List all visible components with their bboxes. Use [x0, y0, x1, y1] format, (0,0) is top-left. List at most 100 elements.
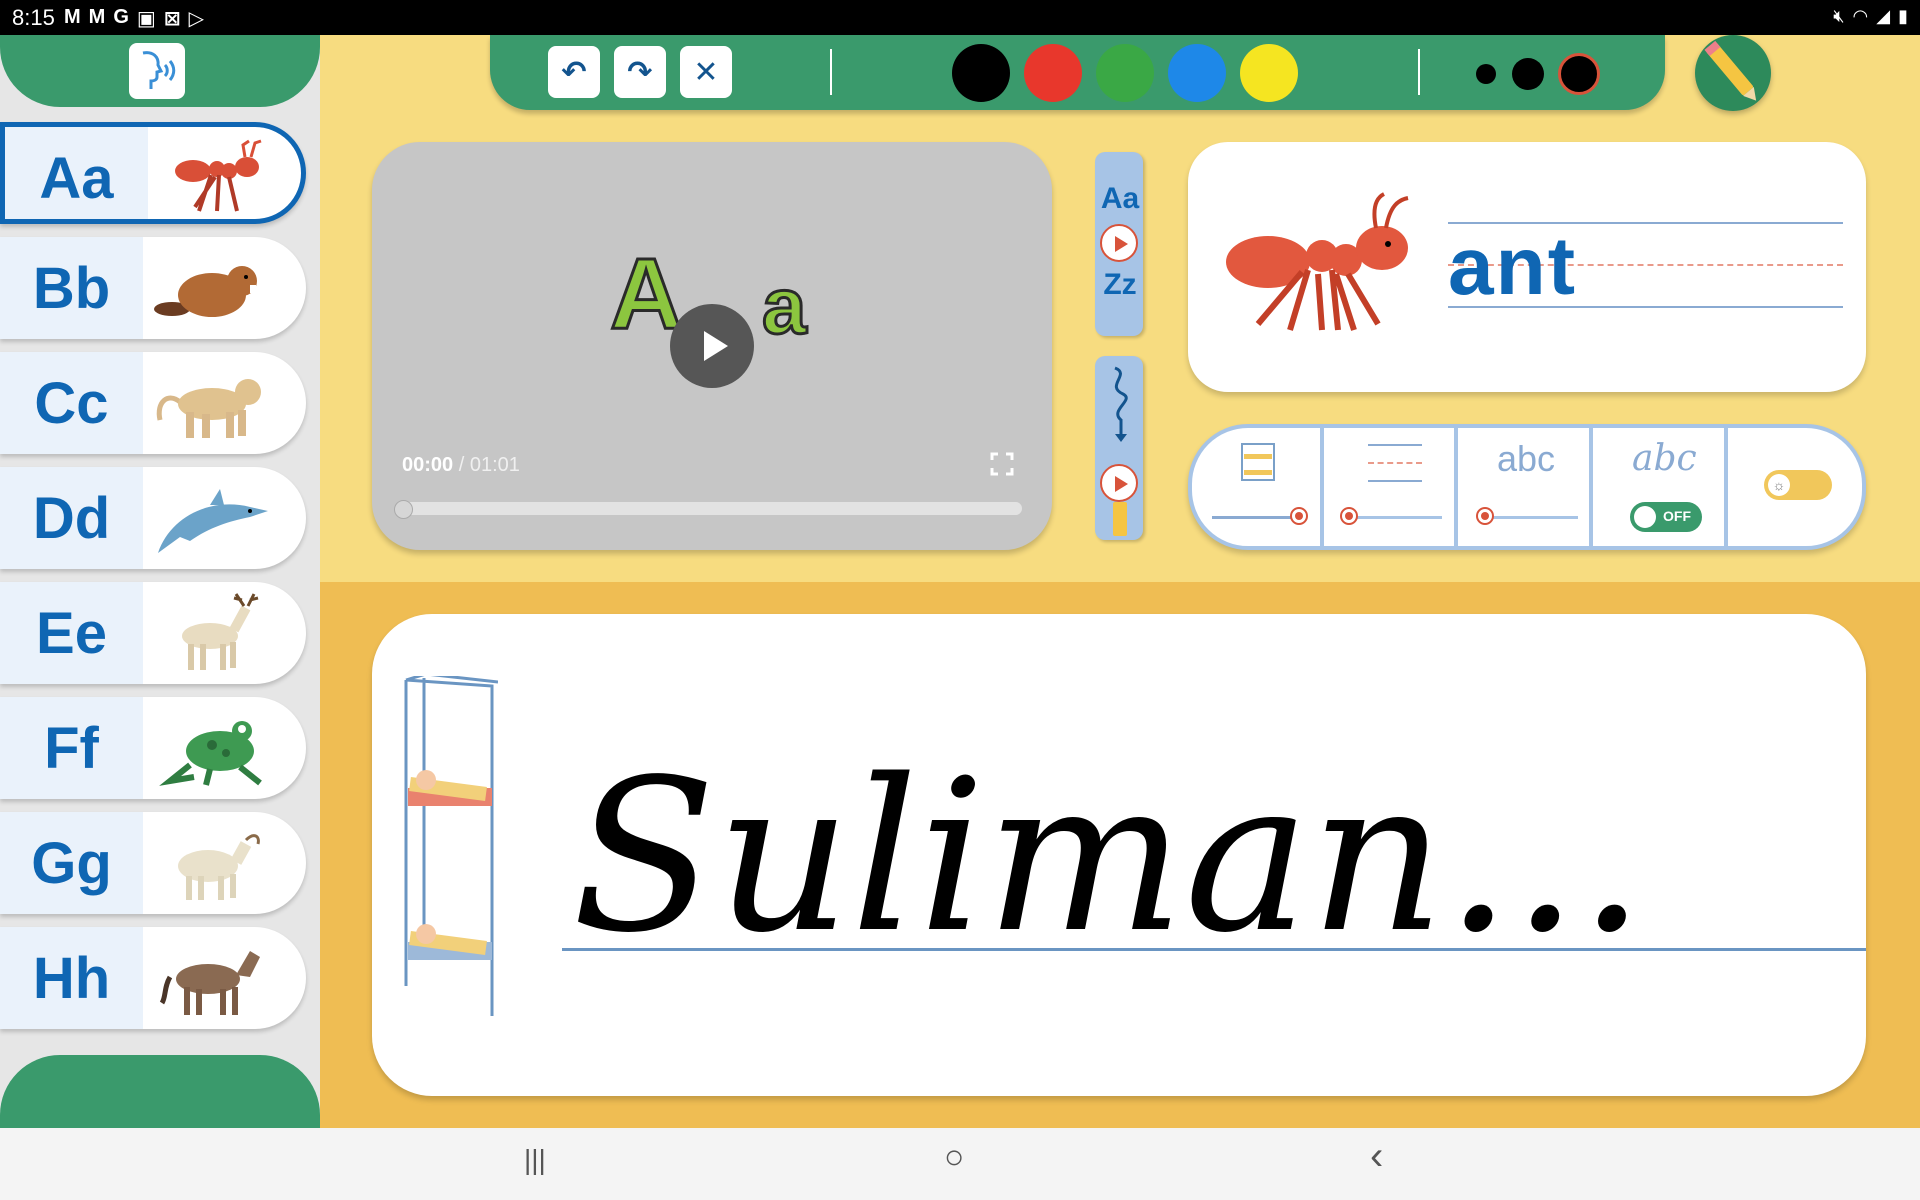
image-size-slider[interactable]: [1212, 516, 1296, 519]
video-timecode: 00:00 / 01:01: [402, 454, 520, 477]
letter-label: Hh: [0, 927, 143, 1029]
android-navigation-bar: ||| ○ ‹: [0, 1128, 1920, 1200]
handwriting-text: Suliman...: [572, 734, 1646, 979]
color-blue[interactable]: [1168, 44, 1226, 102]
letter-row-f[interactable]: Ff: [0, 697, 306, 799]
settings-divider: [1589, 428, 1593, 546]
signal-icon: ◢: [1876, 6, 1891, 26]
pencil-icon: [1704, 40, 1757, 101]
undo-icon: ↶: [561, 55, 587, 89]
brightness-toggle[interactable]: ☼: [1764, 470, 1832, 500]
goat-icon: [178, 834, 260, 900]
squiggle-icon: [1114, 366, 1128, 442]
seek-handle[interactable]: [394, 500, 413, 519]
letter-label: Bb: [0, 237, 143, 339]
letter-row-b[interactable]: Bb: [0, 237, 306, 339]
undo-button[interactable]: ↶: [548, 46, 600, 98]
color-green[interactable]: [1096, 44, 1154, 102]
battery-icon: ▮: [1898, 6, 1908, 26]
frog-icon: [159, 721, 262, 786]
print-font-handle[interactable]: [1476, 507, 1494, 525]
play-button[interactable]: [670, 304, 754, 388]
alphabet-top-label: Aa: [1100, 182, 1140, 215]
writing-settings-bar: abc abc OFF ☼: [1188, 424, 1866, 550]
letter-label: Ff: [0, 697, 143, 799]
pencil-icon: [1113, 502, 1127, 536]
guide-line-icon: [1368, 462, 1422, 464]
letter-label: Gg: [0, 812, 143, 914]
image-size-handle[interactable]: [1290, 507, 1308, 525]
back-button[interactable]: ‹: [1370, 1134, 1383, 1179]
pencil-tool-button[interactable]: [1695, 35, 1771, 111]
dolphin-icon: [158, 489, 268, 553]
speak-button[interactable]: [129, 43, 185, 99]
home-button[interactable]: ○: [944, 1138, 965, 1177]
letter-row-c[interactable]: Cc: [0, 352, 306, 454]
drawing-toolbar: ↶ ↷ ✕: [490, 35, 1665, 110]
word-card: ant: [1188, 142, 1866, 392]
bunk-bed-icon: [1241, 443, 1275, 481]
letter-label: Ee: [0, 582, 143, 684]
bunk-bed-icon: [404, 676, 498, 1016]
horse-icon: [159, 951, 260, 1015]
settings-divider: [1320, 428, 1324, 546]
clear-button[interactable]: ✕: [680, 46, 732, 98]
color-red[interactable]: [1024, 44, 1082, 102]
writing-video-button[interactable]: [1095, 356, 1143, 540]
video-current-time: 00:00: [402, 454, 454, 476]
mute-icon: 🔇︎: [1833, 6, 1845, 26]
video-total-time: / 01:01: [458, 454, 520, 476]
color-yellow[interactable]: [1240, 44, 1298, 102]
recent-apps-button[interactable]: |||: [524, 1144, 546, 1176]
settings-divider: [1724, 428, 1728, 546]
toggle-label: OFF: [1663, 508, 1691, 524]
letter-row-e[interactable]: Ee: [0, 582, 306, 684]
play-icon: [1100, 464, 1138, 502]
toggle-knob: [1634, 506, 1656, 528]
sidebar-footer: [0, 1055, 320, 1128]
alphabet-bottom-label: Zz: [1103, 268, 1137, 301]
system-icons: 🔇︎ ◠ ◢ ▮: [1833, 6, 1908, 27]
sun-icon: ☼: [1768, 474, 1790, 496]
speaking-head-icon: [142, 51, 176, 89]
color-black[interactable]: [952, 44, 1010, 102]
alphabet-video-button[interactable]: Aa Zz: [1095, 152, 1143, 336]
redo-button[interactable]: ↷: [614, 46, 666, 98]
wifi-icon: ◠: [1852, 6, 1869, 26]
letter-label: Cc: [0, 352, 143, 454]
fullscreen-icon[interactable]: [990, 452, 1014, 476]
writing-board[interactable]: Suliman...: [372, 614, 1866, 1096]
video-seek-bar[interactable]: [394, 500, 1022, 519]
ant-icon: [1226, 192, 1409, 331]
letter-row-d[interactable]: Dd: [0, 467, 306, 569]
play-icon: [1100, 224, 1138, 262]
redo-icon: ↷: [627, 55, 653, 89]
status-time: 8:15: [12, 5, 55, 30]
gmail-icon: M: [88, 6, 106, 28]
pen-size-large[interactable]: [1558, 53, 1600, 95]
cougar-icon: [156, 379, 261, 438]
gallery-icon: ▣: [136, 8, 156, 30]
letter-row-g[interactable]: Gg: [0, 812, 306, 914]
word-label: ant: [1448, 221, 1577, 312]
cursive-toggle[interactable]: OFF: [1630, 502, 1702, 532]
video-player[interactable]: A a 00:00 / 01:01: [372, 142, 1052, 550]
letter-sidebar: Aa Bb Cc Dd Ee Ff Gg Hh: [0, 35, 320, 1128]
toolbar-divider: [1418, 49, 1420, 95]
line-guide-handle[interactable]: [1340, 507, 1358, 525]
pen-size-small[interactable]: [1476, 64, 1496, 84]
close-box-icon: ⊠: [163, 8, 181, 30]
cursive-font-label: abc: [1632, 438, 1697, 479]
ant-icon: [175, 139, 262, 212]
video-letter-lower: a: [761, 260, 808, 352]
letter-label: Aa: [5, 127, 148, 219]
settings-divider: [1454, 428, 1458, 546]
play-store-icon: ▷: [188, 8, 204, 30]
letter-row-a[interactable]: Aa: [0, 122, 306, 224]
elk-icon: [182, 593, 259, 670]
guide-line-icon: [1368, 444, 1422, 446]
pen-size-medium[interactable]: [1512, 58, 1544, 90]
beaver-icon: [154, 266, 257, 317]
letter-row-h[interactable]: Hh: [0, 927, 306, 1029]
status-bar: 8:15 M M G ▣ ⊠ ▷ 🔇︎ ◠ ◢ ▮: [0, 0, 1920, 35]
